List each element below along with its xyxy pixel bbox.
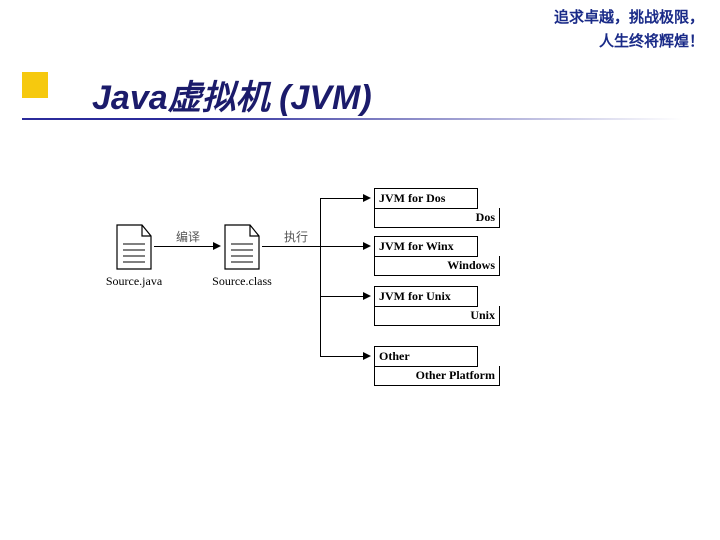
source-file-label: Source.java <box>94 274 174 289</box>
jvm-label: Other <box>374 346 478 367</box>
platform-box: JVM for Unix Unix <box>374 286 500 326</box>
fanout-vertical <box>320 198 321 356</box>
motto-line-2: 人生终将辉煌！ <box>554 30 704 54</box>
os-label: Unix <box>374 306 500 326</box>
os-label: Other Platform <box>374 366 500 386</box>
document-icon <box>224 224 260 270</box>
compile-label: 编译 <box>176 228 200 245</box>
arrow-head-icon <box>363 292 371 300</box>
os-label: Dos <box>374 208 500 228</box>
arrow-head-icon <box>363 194 371 202</box>
motto-block: 追求卓越，挑战极限， 人生终将辉煌！ <box>554 6 704 54</box>
jvm-label: JVM for Unix <box>374 286 478 307</box>
run-arrow-stem <box>262 246 320 247</box>
branch-line <box>320 198 364 199</box>
jvm-diagram: Source.java 编译 Source.class 执行 JVM for D… <box>100 190 620 430</box>
arrow-head-icon <box>363 242 371 250</box>
branch-line <box>320 246 364 247</box>
os-label: Windows <box>374 256 500 276</box>
arrow-head-icon <box>213 242 221 250</box>
run-label: 执行 <box>284 228 308 245</box>
arrow-head-icon <box>363 352 371 360</box>
bullet-square-icon <box>22 72 48 98</box>
branch-line <box>320 356 364 357</box>
document-icon <box>116 224 152 270</box>
class-file-label: Source.class <box>202 274 282 289</box>
jvm-label: JVM for Winx <box>374 236 478 257</box>
branch-line <box>320 296 364 297</box>
jvm-label: JVM for Dos <box>374 188 478 209</box>
title-block: Java虚拟机 (JVM) <box>22 72 302 121</box>
motto-line-1: 追求卓越，挑战极限， <box>554 6 704 30</box>
title-underline-decoration <box>22 118 682 120</box>
platform-box: JVM for Winx Windows <box>374 236 500 276</box>
compile-arrow <box>154 246 214 247</box>
platform-box: Other Other Platform <box>374 346 500 386</box>
page-title: Java虚拟机 (JVM) <box>92 70 372 119</box>
platform-box: JVM for Dos Dos <box>374 188 500 228</box>
